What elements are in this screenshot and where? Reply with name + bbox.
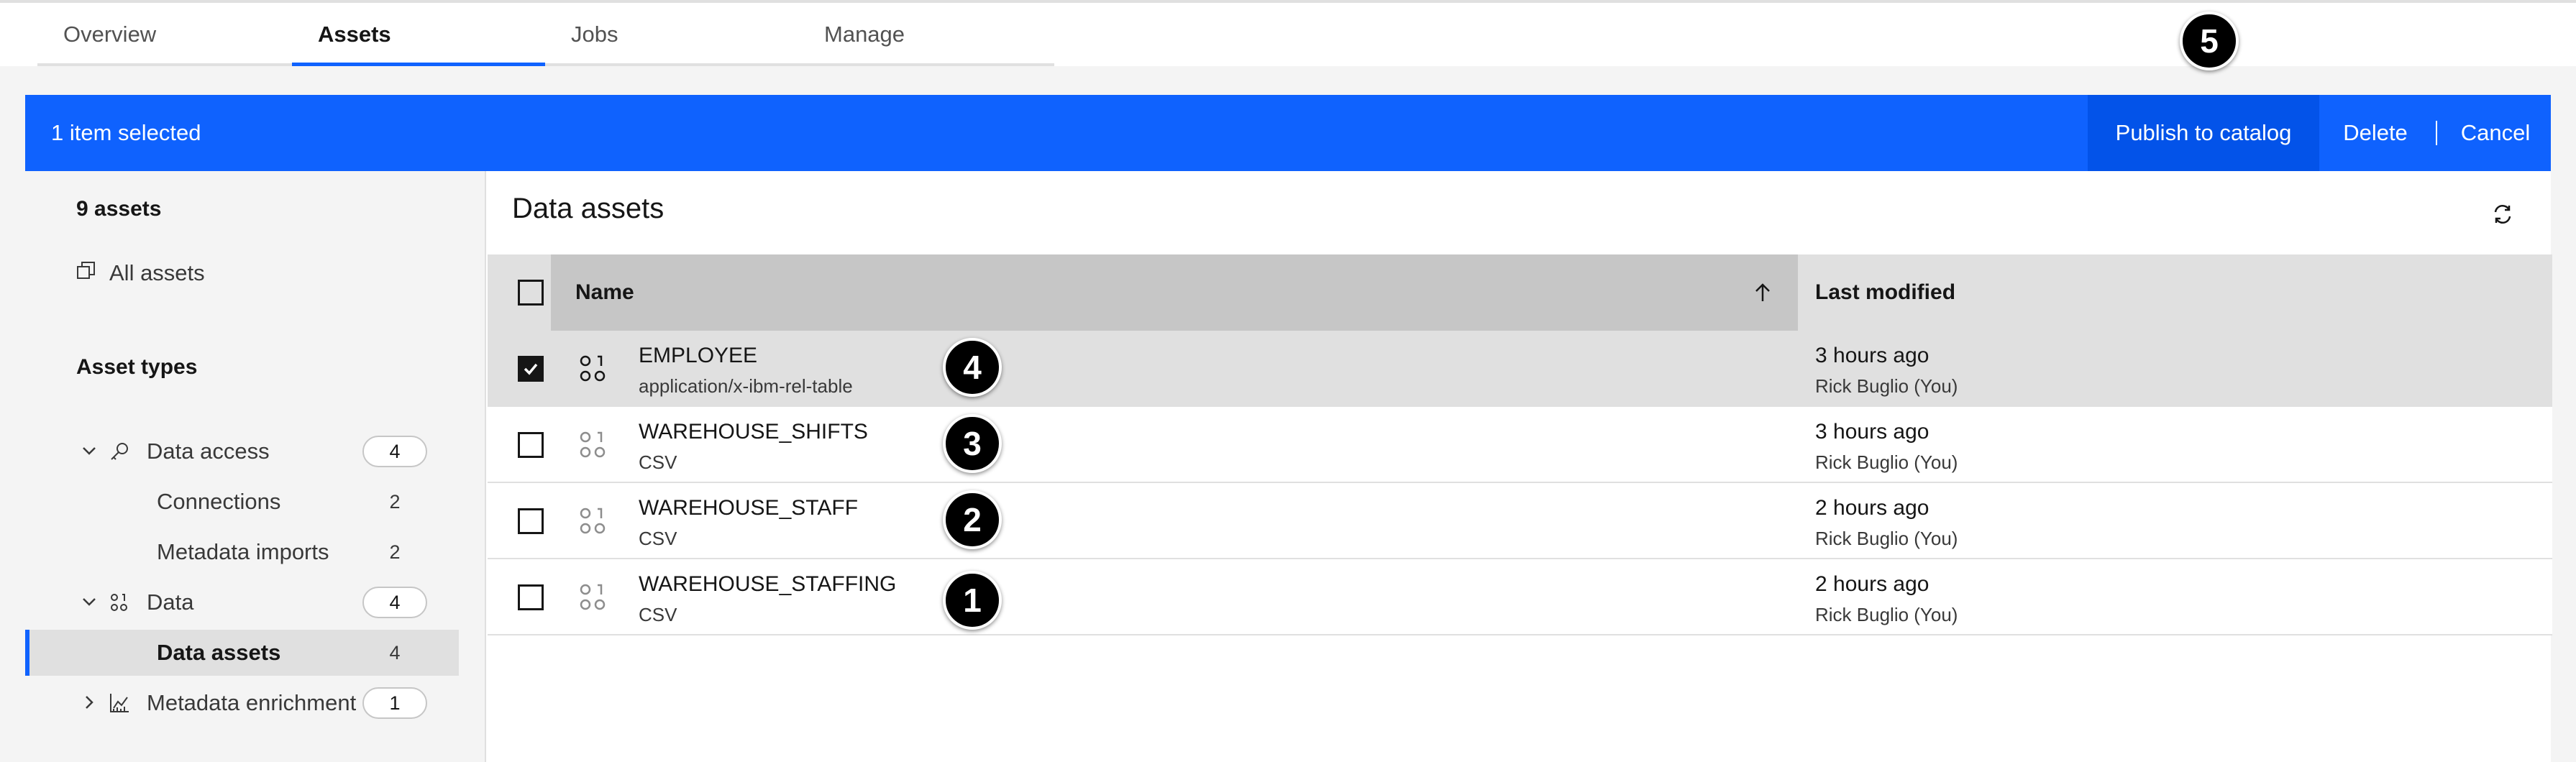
modified-time: 2 hours ago: [1815, 572, 1929, 596]
row-checkbox[interactable]: [518, 432, 544, 458]
asset-name-link[interactable]: WAREHOUSE_SHIFTS: [639, 420, 868, 444]
data-icon: [108, 591, 131, 614]
tree-item-label: Data assets: [157, 640, 281, 665]
modified-by: Rick Buglio (You): [1815, 375, 1958, 397]
count-badge: 4: [362, 436, 427, 467]
callout-2: 2: [943, 490, 1002, 549]
row-checkbox[interactable]: [518, 356, 544, 382]
tree-item-data-assets[interactable]: Data assets 4: [25, 630, 459, 676]
asset-name-link[interactable]: EMPLOYEE: [639, 344, 757, 368]
tree-item-metadata-enrichment[interactable]: Metadata enrichment 1: [25, 680, 459, 726]
tree-item-data-access[interactable]: Data access 4: [25, 428, 459, 474]
data-asset-icon: [577, 505, 610, 538]
callout-1: 1: [943, 571, 1002, 630]
asset-type: application/x-ibm-rel-table: [639, 375, 853, 397]
name-column-header[interactable]: [551, 254, 1798, 331]
table-header: Name Last modified: [488, 254, 2552, 331]
callout-4: 4: [943, 338, 1002, 397]
count-value: 4: [389, 642, 401, 664]
refresh-icon[interactable]: [2490, 201, 2516, 227]
table-row[interactable]: WAREHOUSE_STAFFING CSV 2 hours ago Rick …: [488, 559, 2552, 635]
selection-count: 1 item selected: [51, 120, 201, 145]
modified-time: 3 hours ago: [1815, 344, 1929, 367]
data-asset-icon: [577, 352, 610, 385]
modified-time: 2 hours ago: [1815, 496, 1929, 520]
callout-3: 3: [943, 414, 1002, 473]
table-row[interactable]: WAREHOUSE_STAFF CSV 2 hours ago Rick Bug…: [488, 483, 2552, 559]
count-value: 2: [389, 491, 401, 513]
select-all-checkbox[interactable]: [518, 280, 544, 306]
name-column-label: Name: [575, 280, 634, 304]
tab-overview[interactable]: Overview: [37, 3, 292, 66]
tree-item-label: Connections: [157, 489, 281, 514]
tree-item-connections[interactable]: Connections 2: [25, 479, 459, 525]
count-badge: 4: [362, 587, 427, 618]
chevron-down-icon[interactable]: [78, 591, 100, 612]
modified-by: Rick Buglio (You): [1815, 604, 1958, 625]
tree-item-metadata-imports[interactable]: Metadata imports 2: [25, 529, 459, 575]
modified-by: Rick Buglio (You): [1815, 528, 1958, 549]
data-assets-panel: Data assets Name Last modified EMPLOYEE …: [485, 171, 2552, 762]
tree-item-data[interactable]: Data 4: [25, 579, 459, 625]
table-row[interactable]: WAREHOUSE_SHIFTS CSV 3 hours ago Rick Bu…: [488, 407, 2552, 483]
delete-button[interactable]: Delete: [2319, 95, 2431, 171]
tree-item-label: Data access: [147, 439, 270, 464]
tree-item-label: Data: [147, 589, 194, 615]
modified-by: Rick Buglio (You): [1815, 451, 1958, 473]
row-checkbox[interactable]: [518, 508, 544, 534]
action-divider: [2436, 121, 2437, 145]
count-badge: 1: [362, 687, 427, 719]
chevron-right-icon[interactable]: [78, 692, 100, 713]
all-assets-label: All assets: [109, 260, 205, 285]
asset-count: 9 assets: [76, 197, 162, 221]
asset-type-sidebar: 9 assets All assets Asset types Data acc…: [25, 171, 484, 762]
tab-assets[interactable]: Assets: [292, 3, 545, 66]
count-value: 2: [389, 541, 401, 563]
asset-type: CSV: [639, 604, 677, 625]
last-modified-column-header[interactable]: Last modified: [1815, 254, 1955, 331]
callout-5: 5: [2180, 12, 2239, 70]
tab-jobs[interactable]: Jobs: [545, 3, 798, 66]
data-asset-icon: [577, 428, 610, 462]
tree-item-label: Metadata enrichment: [147, 690, 357, 715]
panel-title: Data assets: [512, 193, 664, 224]
row-checkbox[interactable]: [518, 584, 544, 610]
key-icon: [108, 440, 131, 463]
modified-time: 3 hours ago: [1815, 420, 1929, 444]
asset-type: CSV: [639, 528, 677, 549]
publish-to-catalog-button[interactable]: Publish to catalog: [2088, 95, 2319, 171]
selected-indicator: [25, 630, 29, 676]
all-assets-link[interactable]: All assets: [76, 259, 205, 288]
asset-type: CSV: [639, 451, 677, 473]
data-asset-icon: [577, 581, 610, 614]
tree-item-label: Metadata imports: [157, 539, 329, 564]
sort-ascending-icon[interactable]: [1750, 280, 1775, 305]
asset-name-link[interactable]: WAREHOUSE_STAFFING: [639, 572, 896, 597]
batch-action-bar: 1 item selected Publish to catalog Delet…: [25, 95, 2551, 171]
asset-name-link[interactable]: WAREHOUSE_STAFF: [639, 496, 858, 520]
cancel-button[interactable]: Cancel: [2440, 95, 2551, 171]
chart-icon: [108, 692, 131, 715]
chevron-down-icon[interactable]: [78, 440, 100, 462]
asset-types-heading: Asset types: [76, 355, 198, 379]
table-row[interactable]: EMPLOYEE application/x-ibm-rel-table 3 h…: [488, 331, 2552, 407]
tab-manage[interactable]: Manage: [798, 3, 1054, 66]
copy-icon: [76, 260, 101, 286]
